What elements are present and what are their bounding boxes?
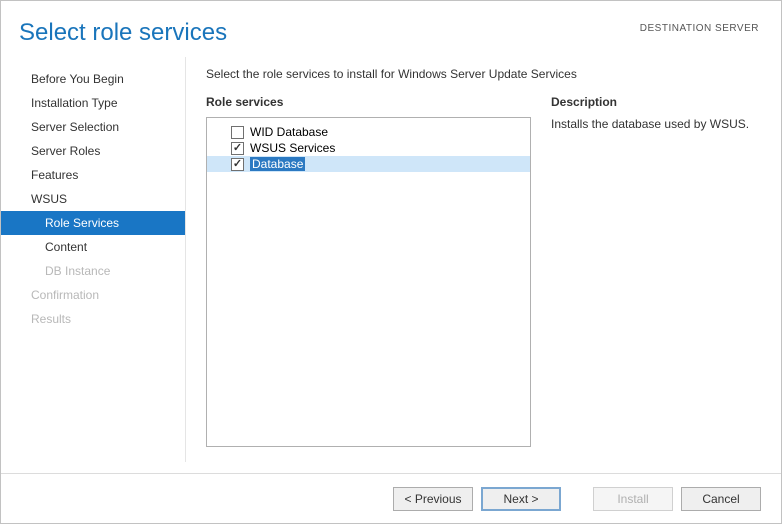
role-row-wsus-services[interactable]: WSUS Services [207,140,530,156]
next-button[interactable]: Next > [481,487,561,511]
sidebar-item-role-services[interactable]: Role Services [1,211,185,235]
role-row-wid-database[interactable]: WID Database [207,124,530,140]
intro-text: Select the role services to install for … [206,67,761,81]
roles-list[interactable]: WID Database WSUS Services Database [206,117,531,447]
role-label: WID Database [250,125,328,139]
sidebar-item-confirmation: Confirmation [1,283,185,307]
description-text: Installs the database used by WSUS. [551,117,761,131]
sidebar-item-server-selection[interactable]: Server Selection [1,115,185,139]
sidebar-item-features[interactable]: Features [1,163,185,187]
sidebar-item-results: Results [1,307,185,331]
description-panel-title: Description [551,95,761,109]
previous-button[interactable]: < Previous [393,487,473,511]
wizard-footer: < Previous Next > Install Cancel [1,473,781,523]
checkbox-wsus-services[interactable] [231,142,244,155]
role-row-database[interactable]: Database [207,156,530,172]
cancel-button[interactable]: Cancel [681,487,761,511]
checkbox-database[interactable] [231,158,244,171]
wizard-sidebar: Before You Begin Installation Type Serve… [1,57,186,462]
checkbox-wid-database[interactable] [231,126,244,139]
sidebar-item-db-instance: DB Instance [1,259,185,283]
install-button: Install [593,487,673,511]
roles-panel-title: Role services [206,95,531,109]
destination-server-label: DESTINATION SERVER [640,23,759,34]
role-label: WSUS Services [250,141,335,155]
sidebar-item-installation-type[interactable]: Installation Type [1,91,185,115]
sidebar-item-server-roles[interactable]: Server Roles [1,139,185,163]
sidebar-item-content[interactable]: Content [1,235,185,259]
role-label: Database [250,157,305,171]
sidebar-item-before-you-begin[interactable]: Before You Begin [1,67,185,91]
page-title: Select role services [19,19,227,47]
sidebar-item-wsus[interactable]: WSUS [1,187,185,211]
